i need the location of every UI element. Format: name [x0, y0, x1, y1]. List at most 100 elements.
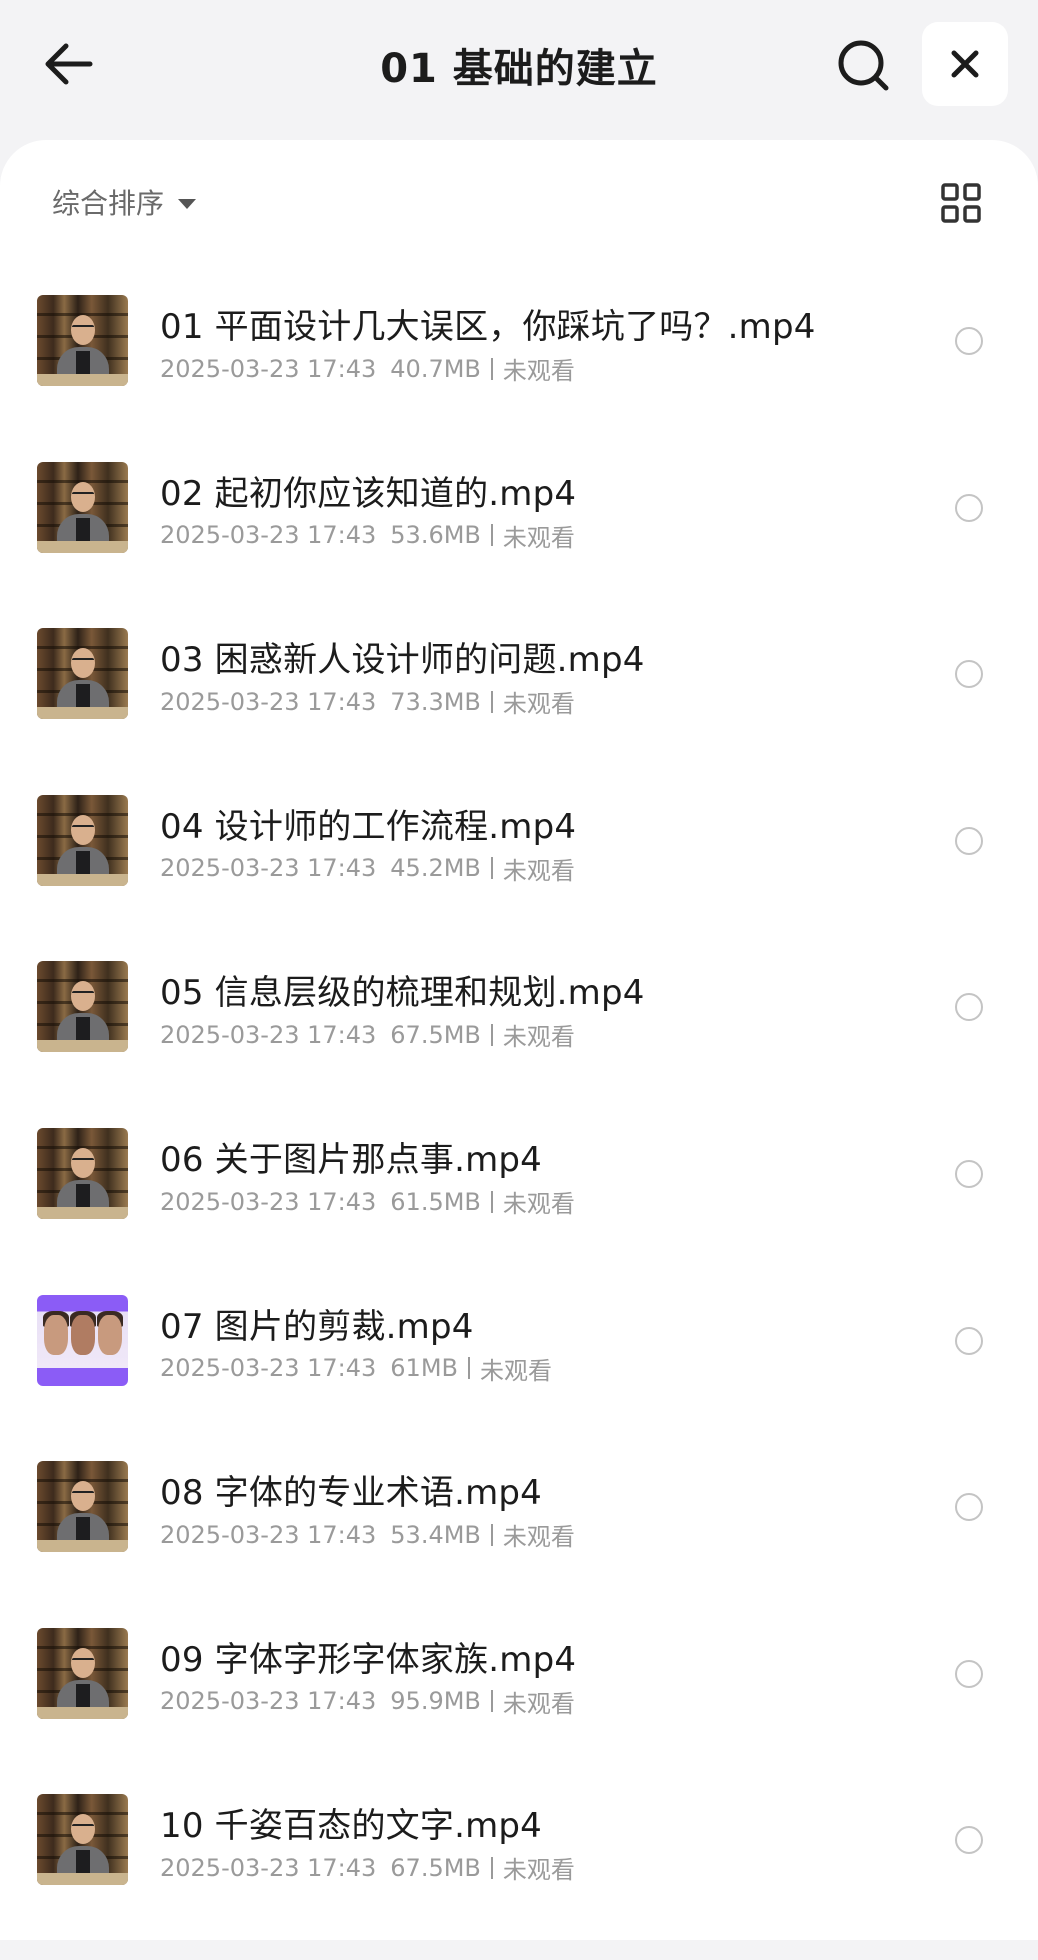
file-name: 03 困惑新人设计师的问题.mp4	[160, 640, 645, 681]
file-date: 2025-03-23 17:43	[160, 1853, 377, 1882]
file-meta: 2025-03-23 17:43 95.9MB 未观看	[160, 1684, 575, 1719]
file-date: 2025-03-23 17:43	[160, 1520, 377, 1549]
file-size: 73.3MB	[390, 687, 481, 716]
file-name: 10 千姿百态的文字.mp4	[160, 1806, 543, 1847]
select-radio[interactable]	[955, 1826, 983, 1855]
watch-status: 未观看	[502, 1190, 575, 1218]
file-meta: 2025-03-23 17:43 40.7MB 未观看	[160, 351, 575, 386]
file-date: 2025-03-23 17:43	[160, 521, 377, 550]
file-date: 2025-03-23 17:43	[160, 687, 377, 716]
file-name: 07 图片的剪裁.mp4	[160, 1306, 474, 1347]
video-thumbnail	[37, 1794, 128, 1886]
file-size: 53.4MB	[390, 1520, 481, 1549]
list-item[interactable]: 01 平面设计几大误区，你踩坑了吗？.mp4 2025-03-23 17:43 40…	[0, 295, 1038, 461]
select-radio[interactable]	[955, 993, 983, 1022]
file-meta: 2025-03-23 17:43 45.2MB 未观看	[160, 851, 575, 886]
video-thumbnail	[37, 1128, 128, 1219]
file-name: 05 信息层级的梳理和规划.mp4	[160, 973, 645, 1014]
meta-divider	[490, 1690, 493, 1713]
meta-divider	[490, 857, 493, 880]
watch-status: 未观看	[502, 523, 575, 552]
header-bar: 01 基础的建立	[0, 0, 1038, 145]
file-size: 45.2MB	[390, 854, 481, 883]
watch-status: 未观看	[502, 690, 575, 719]
back-button[interactable]	[38, 34, 98, 94]
video-thumbnail	[37, 1627, 128, 1719]
meta-divider	[490, 690, 493, 713]
video-thumbnail	[37, 628, 128, 720]
watch-status: 未观看	[502, 357, 575, 385]
file-size: 40.7MB	[390, 354, 481, 383]
list-item[interactable]: 04 设计师的工作流程.mp4 2025-03-23 17:43 45.2MB 未观看	[0, 794, 1038, 961]
select-radio[interactable]	[955, 493, 983, 522]
select-radio[interactable]	[955, 1160, 983, 1188]
meta-divider	[490, 1190, 493, 1213]
file-size: 67.5MB	[390, 1853, 481, 1882]
file-name: 08 字体的专业术语.mp4	[160, 1473, 543, 1514]
meta-divider	[490, 1023, 493, 1046]
list-item[interactable]: 09 字体字形字体家族.mp4 2025-03-23 17:43 95.9MB 未观看	[0, 1627, 1038, 1794]
video-thumbnail	[37, 461, 128, 553]
file-date: 2025-03-23 17:43	[160, 1187, 377, 1216]
select-radio[interactable]	[955, 1326, 983, 1355]
file-list-panel: 综合排序 01 平面设计几大误区，你踩坑了吗？.mp4 2025-03-23 17…	[0, 140, 1038, 1940]
video-thumbnail	[37, 794, 128, 886]
sort-dropdown[interactable]: 综合排序	[52, 180, 197, 224]
select-radio[interactable]	[955, 1493, 983, 1522]
file-size: 67.5MB	[390, 1020, 481, 1049]
file-date: 2025-03-23 17:43	[160, 1687, 377, 1716]
select-radio[interactable]	[955, 660, 983, 689]
video-thumbnail	[37, 1294, 128, 1386]
file-meta: 2025-03-23 17:43 53.6MB 未观看	[160, 518, 575, 553]
search-button[interactable]	[832, 34, 894, 96]
file-date: 2025-03-23 17:43	[160, 1354, 377, 1383]
list-item[interactable]: 06 关于图片那点事.mp4 2025-03-23 17:43 61.5MB 未观看	[0, 1128, 1038, 1294]
meta-divider	[490, 1523, 493, 1546]
file-size: 61.5MB	[390, 1187, 481, 1216]
meta-divider	[490, 357, 493, 380]
list-item[interactable]: 08 字体的专业术语.mp4 2025-03-23 17:43 53.4MB 未观看	[0, 1461, 1038, 1627]
watch-status: 未观看	[502, 1523, 575, 1552]
list-item[interactable]: 03 困惑新人设计师的问题.mp4 2025-03-23 17:43 73.3MB 未…	[0, 628, 1038, 794]
video-thumbnail	[37, 961, 128, 1053]
grid-view-button[interactable]	[936, 178, 986, 228]
file-meta: 2025-03-23 17:43 73.3MB 未观看	[160, 684, 575, 719]
file-date: 2025-03-23 17:43	[160, 854, 377, 883]
list-item[interactable]: 05 信息层级的梳理和规划.mp4 2025-03-23 17:43 67.5MB 未…	[0, 961, 1038, 1127]
file-meta: 2025-03-23 17:43 61MB 未观看	[160, 1351, 552, 1386]
file-meta: 2025-03-23 17:43 67.5MB 未观看	[160, 1850, 575, 1885]
arrow-left-icon	[45, 43, 93, 85]
file-date: 2025-03-23 17:43	[160, 1020, 377, 1049]
grid-view-icon	[941, 183, 981, 223]
file-size: 61MB	[390, 1354, 458, 1383]
watch-status: 未观看	[480, 1356, 552, 1385]
file-name: 06 关于图片那点事.mp4	[160, 1140, 543, 1180]
select-radio[interactable]	[955, 1659, 983, 1688]
meta-divider	[490, 1856, 493, 1879]
file-name: 09 字体字形字体家族.mp4	[160, 1639, 577, 1680]
file-name: 01 平面设计几大误区，你踩坑了吗？.mp4	[160, 307, 816, 347]
meta-divider	[490, 524, 493, 547]
select-radio[interactable]	[955, 826, 983, 855]
file-size: 95.9MB	[390, 1687, 481, 1716]
list-item[interactable]: 10 千姿百态的文字.mp4 2025-03-23 17:43 67.5MB 未观看	[0, 1794, 1038, 1960]
meta-divider	[468, 1357, 470, 1380]
file-name: 02 起初你应该知道的.mp4	[160, 473, 577, 514]
watch-status: 未观看	[502, 1856, 575, 1885]
list-item[interactable]: 07 图片的剪裁.mp4 2025-03-23 17:43 61MB 未观看	[0, 1294, 1038, 1461]
file-meta: 2025-03-23 17:43 61.5MB 未观看	[160, 1184, 575, 1219]
file-date: 2025-03-23 17:43	[160, 354, 377, 383]
file-meta: 2025-03-23 17:43 53.4MB 未观看	[160, 1517, 575, 1552]
sort-label: 综合排序	[52, 187, 165, 220]
search-icon	[838, 40, 889, 91]
video-thumbnail	[37, 1461, 128, 1553]
select-radio[interactable]	[955, 327, 983, 355]
watch-status: 未观看	[502, 1689, 575, 1718]
list-item[interactable]: 02 起初你应该知道的.mp4 2025-03-23 17:43 53.6MB 未观看	[0, 461, 1038, 628]
watch-status: 未观看	[502, 856, 575, 885]
file-name: 04 设计师的工作流程.mp4	[160, 806, 577, 847]
file-meta: 2025-03-23 17:43 67.5MB 未观看	[160, 1017, 575, 1052]
caret-down-icon	[178, 199, 197, 209]
close-button[interactable]	[922, 22, 1008, 106]
file-size: 53.6MB	[390, 521, 481, 550]
